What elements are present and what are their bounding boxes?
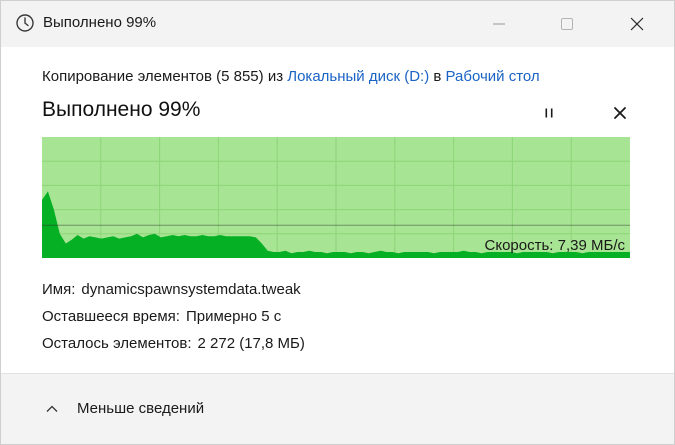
detail-name-value: dynamicspawnsystemdata.tweak — [81, 281, 301, 298]
minimize-icon — [493, 23, 505, 25]
less-details-button[interactable]: Меньше сведений — [45, 400, 204, 417]
minimize-button[interactable] — [476, 1, 522, 47]
source-link[interactable]: Локальный диск (D:) — [287, 68, 429, 85]
cancel-icon — [614, 107, 626, 119]
less-details-label: Меньше сведений — [77, 400, 205, 417]
window-title: Выполнено 99% — [43, 14, 157, 31]
maximize-button[interactable] — [544, 1, 590, 47]
detail-time: Оставшееся время: Примерно 5 с — [42, 303, 305, 330]
cancel-button[interactable] — [608, 101, 632, 125]
copy-connector: в — [429, 68, 446, 85]
detail-name-label: Имя: — [42, 281, 76, 298]
pause-icon — [545, 108, 553, 118]
detail-time-label: Оставшееся время: — [42, 308, 180, 325]
clock-icon — [15, 13, 35, 33]
detail-items-value: 2 272 (17,8 МБ) — [197, 335, 305, 352]
detail-items-label: Осталось элементов: — [42, 335, 192, 352]
copy-summary-text: Копирование элементов (5 855) из — [42, 68, 288, 85]
maximize-icon — [561, 18, 573, 30]
footer-bar: Меньше сведений — [1, 373, 674, 444]
transfer-speed-graph: Скорость: 7,39 МБ/с — [42, 137, 630, 258]
close-button[interactable] — [614, 1, 660, 47]
details-list: Имя: dynamicspawnsystemdata.tweak Оставше… — [42, 276, 305, 357]
copy-summary: Копирование элементов (5 855) из Локальн… — [42, 68, 540, 85]
close-icon — [630, 17, 644, 31]
destination-link[interactable]: Рабочий стол — [446, 68, 540, 85]
detail-items: Осталось элементов: 2 272 (17,8 МБ) — [42, 330, 305, 357]
progress-panel: Копирование элементов (5 855) из Локальн… — [1, 47, 674, 373]
title-bar: Выполнено 99% — [1, 1, 674, 47]
detail-name: Имя: dynamicspawnsystemdata.tweak — [42, 276, 305, 303]
chevron-up-icon — [46, 405, 58, 412]
pause-button[interactable] — [537, 101, 561, 125]
detail-time-value: Примерно 5 с — [185, 308, 282, 325]
progress-heading: Выполнено 99% — [42, 98, 201, 121]
speed-label: Скорость: 7,39 МБ/с — [485, 237, 626, 254]
copy-progress-window: Выполнено 99% Копирование элементов (5 8… — [0, 0, 675, 445]
